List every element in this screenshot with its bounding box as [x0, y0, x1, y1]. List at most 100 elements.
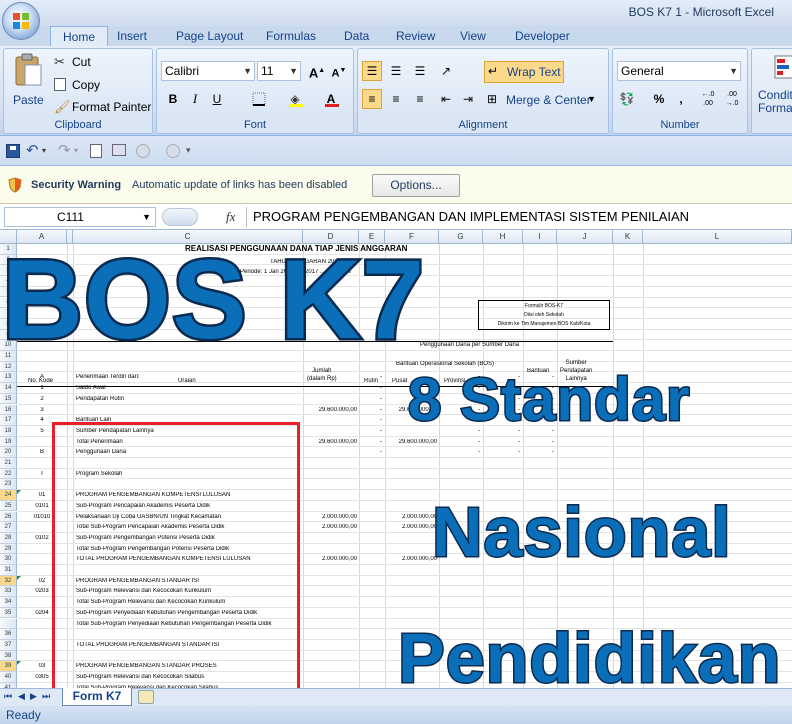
cut-button[interactable]: ✂ Cut	[54, 54, 144, 71]
increase-decimal-icon[interactable]: ←.0.00	[697, 89, 719, 109]
decrease-decimal-icon[interactable]: .00 →.0	[721, 89, 743, 109]
column-header-h[interactable]: H	[483, 230, 523, 244]
row-header[interactable]: 33	[0, 586, 17, 598]
office-button[interactable]	[2, 2, 40, 40]
copy-button[interactable]: Copy	[54, 78, 144, 94]
row-header[interactable]: 23	[0, 479, 17, 491]
italic-button[interactable]: I	[185, 89, 205, 109]
cell-jumlah[interactable]: 29.600.000,00	[303, 407, 357, 413]
align-middle-icon[interactable]: ☰	[386, 61, 406, 81]
column-header-j[interactable]: J	[557, 230, 613, 244]
row-header[interactable]: 29	[0, 543, 17, 555]
row-header[interactable]: 40	[0, 672, 17, 683]
cell-pusat[interactable]: 2.000.000,00	[385, 556, 437, 562]
cell-dash[interactable]: -	[359, 407, 382, 413]
column-header-k[interactable]: K	[613, 230, 643, 244]
customize-qat-icon[interactable]	[166, 144, 180, 158]
align-left-icon[interactable]: ≡	[362, 89, 382, 109]
row-header[interactable]	[0, 618, 17, 630]
column-header-g[interactable]: G	[439, 230, 483, 244]
tab-view[interactable]: View	[460, 26, 486, 46]
row-header[interactable]: 16	[0, 404, 17, 416]
cell-dash[interactable]: -	[359, 417, 382, 423]
column-header-l[interactable]: L	[643, 230, 792, 244]
cell-dash[interactable]: -	[359, 396, 382, 402]
row-header[interactable]: 13	[0, 372, 17, 384]
formula-input[interactable]: PROGRAM PENGEMBANGAN DAN IMPLEMENTASI SI…	[246, 207, 790, 227]
row-header[interactable]: 21	[0, 458, 17, 469]
row-header[interactable]: 15	[0, 393, 17, 405]
percent-button[interactable]: %	[649, 89, 669, 109]
cell-dash[interactable]: -	[359, 449, 382, 455]
undo-icon[interactable]: ↶	[26, 141, 39, 159]
row-header[interactable]: 24	[0, 490, 17, 501]
cell-uraian[interactable]: Pendapatan Rutin	[76, 396, 302, 402]
cell-kode[interactable]: 3	[17, 407, 67, 413]
row-header[interactable]: 38	[0, 650, 17, 662]
align-top-icon[interactable]: ☰	[362, 61, 382, 81]
cell-jumlah[interactable]: 2.000.000,00	[303, 556, 357, 562]
tab-developer[interactable]: Developer	[515, 26, 570, 46]
currency-icon[interactable]: 💱	[617, 89, 637, 109]
fill-color-icon[interactable]: ◈	[285, 89, 305, 109]
row-header[interactable]: 34	[0, 597, 17, 608]
row-header[interactable]: 36	[0, 629, 17, 640]
row-header[interactable]: 14	[0, 383, 17, 394]
last-sheet-icon[interactable]: ⏭	[42, 691, 50, 702]
cell-dash[interactable]: -	[523, 449, 554, 455]
align-right-icon[interactable]: ≡	[410, 89, 430, 109]
row-header[interactable]: 22	[0, 468, 17, 480]
merge-center-button[interactable]: ⊞ Merge & Center ▼	[484, 91, 606, 111]
function-icon[interactable]: fx	[226, 209, 235, 225]
align-bottom-icon[interactable]: ☰	[410, 61, 430, 81]
shrink-font-icon[interactable]: A▼	[329, 61, 349, 81]
bold-button[interactable]: B	[163, 89, 183, 109]
cell-kode[interactable]: 2	[17, 396, 67, 402]
cell-dash[interactable]: -	[523, 439, 554, 445]
borders-icon[interactable]	[249, 89, 269, 109]
tab-data[interactable]: Data	[344, 26, 369, 46]
row-header[interactable]: 17	[0, 415, 17, 426]
row-header[interactable]: 26	[0, 511, 17, 523]
cell-pusat[interactable]: 2.000.000,00	[385, 514, 437, 520]
wrap-text-button[interactable]: ↵ Wrap Text	[484, 61, 564, 83]
redo-dropdown-icon[interactable]: ▾	[74, 146, 78, 155]
insert-sheet-icon[interactable]	[138, 690, 154, 704]
row-header[interactable]: 27	[0, 522, 17, 533]
row-header[interactable]: 19	[0, 436, 17, 448]
font-name-dropdown[interactable]: Calibri ▼	[161, 61, 255, 81]
tab-formulas[interactable]: Formulas	[266, 26, 316, 46]
align-center-icon[interactable]: ≡	[386, 89, 406, 109]
cell-jumlah[interactable]: 2.000.000,00	[303, 514, 357, 520]
tab-page-layout[interactable]: Page Layout	[176, 26, 243, 46]
undo-dropdown-icon[interactable]: ▾	[42, 146, 46, 155]
number-format-dropdown[interactable]: General ▼	[617, 61, 741, 81]
print-icon[interactable]	[112, 144, 126, 156]
paste-button[interactable]: Paste	[10, 53, 46, 113]
conditional-formatting-button[interactable]: ConditiFormatt	[756, 53, 792, 115]
row-header[interactable]: 25	[0, 500, 17, 512]
next-sheet-icon[interactable]: ▶	[30, 691, 37, 702]
comma-button[interactable]: ,	[671, 89, 691, 109]
row-header[interactable]: 18	[0, 425, 17, 437]
cell-dash[interactable]: -	[359, 439, 382, 445]
save-icon[interactable]	[6, 144, 20, 158]
row-header[interactable]: 32	[0, 575, 17, 587]
orientation-icon[interactable]: ↗	[436, 61, 456, 81]
prev-sheet-icon[interactable]: ◀	[18, 691, 25, 702]
cell-pusat[interactable]: 2.000.000,00	[385, 524, 437, 530]
font-color-icon[interactable]: A	[321, 89, 341, 109]
print-preview-icon[interactable]	[90, 144, 102, 158]
cell-dash[interactable]: -	[483, 449, 520, 455]
decrease-indent-icon[interactable]: ⇤	[436, 89, 456, 109]
tab-review[interactable]: Review	[396, 26, 435, 46]
format-painter-button[interactable]: 🖌 Format Painter	[54, 99, 152, 116]
cell-dash[interactable]: -	[483, 439, 520, 445]
row-header[interactable]: 37	[0, 639, 17, 651]
cell-dash[interactable]: -	[359, 428, 382, 434]
row-header[interactable]: 35	[0, 607, 17, 619]
cell-dash[interactable]: -	[439, 449, 480, 455]
font-size-dropdown[interactable]: 11 ▼	[257, 61, 301, 81]
options-button[interactable]: Options...	[372, 174, 460, 197]
row-header[interactable]: 39	[0, 661, 17, 672]
